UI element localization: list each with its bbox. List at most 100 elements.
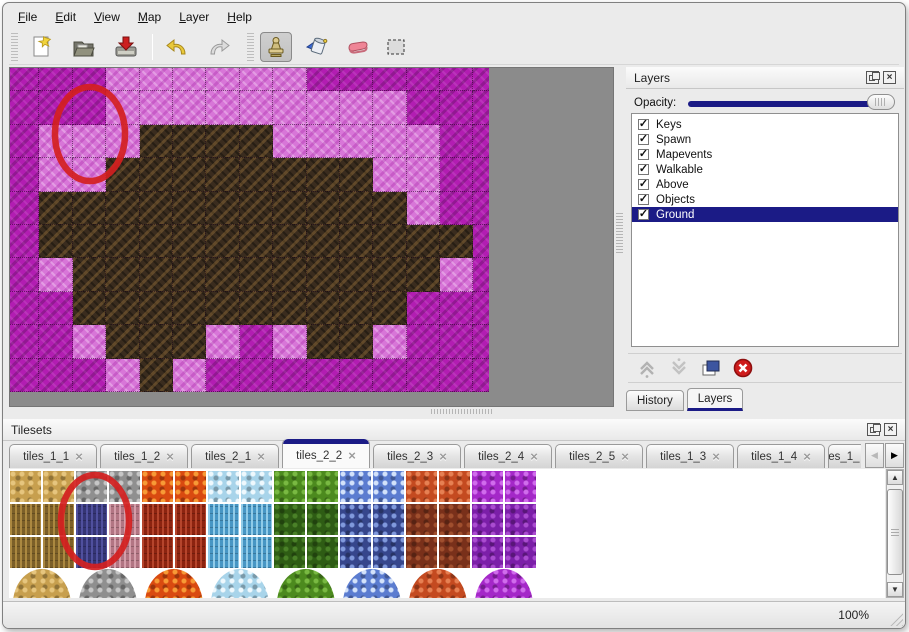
layer-visibility-checkbox[interactable]: ✓: [638, 134, 649, 145]
tileset-tile-icecol[interactable]: [208, 537, 239, 568]
tileset-tile-purple[interactable]: [505, 471, 536, 502]
tab-scroll-right-icon[interactable]: ▶: [885, 443, 904, 468]
horizontal-splitter[interactable]: [431, 409, 493, 414]
scroll-up-icon[interactable]: ▲: [887, 470, 903, 485]
tileset-blob-tile-crystal[interactable]: [343, 569, 401, 598]
duplicate-layer-button[interactable]: [698, 356, 724, 380]
tileset-tile-rock[interactable]: [109, 471, 140, 502]
tileset-blob-tile-rock[interactable]: [79, 569, 137, 598]
tileset-tile-ice[interactable]: [241, 471, 272, 502]
tileset-tile-fiber[interactable]: [43, 537, 74, 568]
tileset-tile-darkvine[interactable]: [274, 537, 305, 568]
tileset-tile-darkrust[interactable]: [406, 504, 437, 535]
tab-scroll-left-icon[interactable]: ◀: [865, 443, 884, 468]
tileset-tile-rose[interactable]: [109, 537, 140, 568]
menu-help[interactable]: Help: [218, 8, 261, 26]
delete-layer-button[interactable]: [730, 356, 756, 380]
layer-visibility-checkbox[interactable]: ✓: [638, 179, 649, 190]
tileset-tile-fiber[interactable]: [10, 537, 41, 568]
resize-grip[interactable]: [886, 609, 903, 626]
menu-file[interactable]: File: [9, 8, 46, 26]
tileset-blob-tile-rust[interactable]: [409, 569, 467, 598]
toolbar-drag-handle-2[interactable]: [247, 33, 254, 61]
menu-view[interactable]: View: [85, 8, 129, 26]
tileset-tile-darkpurple[interactable]: [505, 504, 536, 535]
menu-map[interactable]: Map: [129, 8, 170, 26]
tileset-tile-darkblue[interactable]: [76, 504, 107, 535]
tileset-tile-rust[interactable]: [439, 471, 470, 502]
vertical-splitter[interactable]: [616, 211, 623, 253]
tileset-scrollbar[interactable]: ▲ ▼: [886, 469, 904, 598]
tileset-tile-darkrust[interactable]: [439, 537, 470, 568]
float-panel-icon[interactable]: [866, 71, 879, 84]
tileset-tile-darkred[interactable]: [142, 537, 173, 568]
stamp-tool-button[interactable]: [260, 32, 292, 62]
fill-tool-button[interactable]: [300, 32, 332, 62]
float-tilesets-icon[interactable]: [867, 423, 880, 436]
tileset-tile-darkred[interactable]: [175, 537, 206, 568]
tileset-tile-darkpurple[interactable]: [472, 504, 503, 535]
map-canvas[interactable]: [9, 67, 614, 407]
tileset-tile-ice[interactable]: [208, 471, 239, 502]
lower-layer-button[interactable]: [666, 356, 692, 380]
tileset-tile-icecol[interactable]: [241, 537, 272, 568]
tileset-tile-vine[interactable]: [307, 471, 338, 502]
undo-button[interactable]: [161, 32, 193, 62]
tileset-tab-tiles_2_4[interactable]: tiles_2_4×: [464, 444, 552, 468]
tileset-tab-tiles_1_1[interactable]: tiles_1_1×: [9, 444, 97, 468]
layer-visibility-checkbox[interactable]: ✓: [638, 194, 649, 205]
tab-close-icon[interactable]: ×: [166, 450, 174, 463]
tab-close-icon[interactable]: ×: [621, 450, 629, 463]
tileset-tile-darkrust[interactable]: [406, 537, 437, 568]
close-tilesets-icon[interactable]: ×: [884, 423, 897, 436]
tileset-tile-lava[interactable]: [175, 471, 206, 502]
tileset-blob-tile-vine[interactable]: [277, 569, 335, 598]
layer-row-walkable[interactable]: ✓Walkable: [632, 162, 898, 177]
new-map-button[interactable]: [26, 32, 58, 62]
tileset-tile-darkrust[interactable]: [439, 504, 470, 535]
tileset-tile-darkpurple[interactable]: [505, 537, 536, 568]
tab-close-icon[interactable]: ×: [257, 450, 265, 463]
raise-layer-button[interactable]: [634, 356, 660, 380]
tileset-tile-rose[interactable]: [109, 504, 140, 535]
layer-row-objects[interactable]: ✓Objects: [632, 192, 898, 207]
layer-row-keys[interactable]: ✓Keys: [632, 117, 898, 132]
layer-row-ground[interactable]: ✓Ground: [632, 207, 898, 222]
tileset-view[interactable]: [9, 469, 885, 598]
tab-close-icon[interactable]: ×: [75, 450, 83, 463]
tab-layers[interactable]: Layers: [687, 388, 744, 411]
eraser-tool-button[interactable]: [340, 32, 372, 62]
tileset-tab-tiles_1_2[interactable]: tiles_1_2×: [100, 444, 188, 468]
tab-close-icon[interactable]: ×: [803, 450, 811, 463]
tileset-tab-tiles_1_4[interactable]: tiles_1_4×: [737, 444, 825, 468]
toolbar-drag-handle[interactable]: [11, 33, 18, 61]
tileset-blob-tile-sand[interactable]: [13, 569, 71, 598]
opacity-slider-track[interactable]: [688, 101, 886, 107]
tileset-tile-darkred[interactable]: [175, 504, 206, 535]
layer-visibility-checkbox[interactable]: ✓: [638, 164, 649, 175]
tileset-tile-darkvine[interactable]: [307, 537, 338, 568]
tab-close-icon[interactable]: ×: [439, 450, 447, 463]
tab-close-icon[interactable]: ×: [712, 450, 720, 463]
layer-row-spawn[interactable]: ✓Spawn: [632, 132, 898, 147]
layer-row-above[interactable]: ✓Above: [632, 177, 898, 192]
tileset-tile-darkblue[interactable]: [76, 537, 107, 568]
tileset-tab-tiles_2_5[interactable]: tiles_2_5×: [555, 444, 643, 468]
tileset-tile-fiber[interactable]: [43, 504, 74, 535]
tileset-tab-tiles_2_3[interactable]: tiles_2_3×: [373, 444, 461, 468]
tab-close-icon[interactable]: ×: [530, 450, 538, 463]
tileset-tile-darkcrystal[interactable]: [340, 504, 371, 535]
tileset-tile-rust[interactable]: [406, 471, 437, 502]
tileset-blob-tile-ice[interactable]: [211, 569, 269, 598]
tileset-tile-darkcrystal[interactable]: [373, 504, 404, 535]
tileset-tile-darkcrystal[interactable]: [373, 537, 404, 568]
layer-visibility-checkbox[interactable]: ✓: [638, 209, 649, 220]
tileset-tab-tiles_2_1[interactable]: tiles_2_1×: [191, 444, 279, 468]
tileset-tile-icecol[interactable]: [208, 504, 239, 535]
opacity-slider-handle[interactable]: [867, 94, 895, 110]
redo-button[interactable]: [203, 32, 235, 62]
tileset-tile-sand[interactable]: [43, 471, 74, 502]
tileset-tile-crystal[interactable]: [340, 471, 371, 502]
tileset-tile-darkvine[interactable]: [307, 504, 338, 535]
rect-select-tool-button[interactable]: [380, 32, 412, 62]
